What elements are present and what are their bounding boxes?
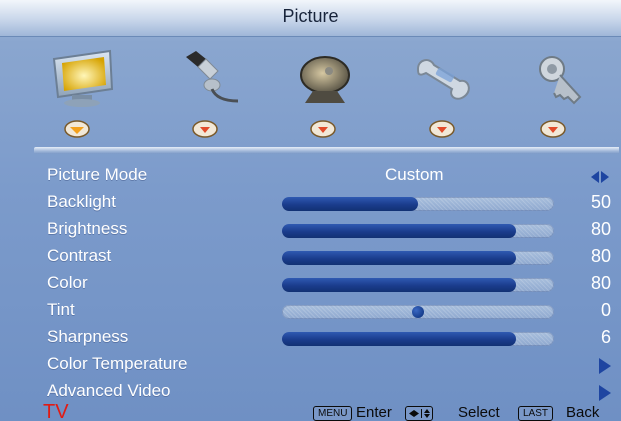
menu-separator: [34, 147, 619, 154]
backlight-label: Backlight: [47, 192, 116, 211]
satellite-dish-icon[interactable]: [293, 45, 363, 111]
picture-tab-pin-icon: [63, 118, 91, 138]
tint-label: Tint: [47, 300, 75, 319]
color-temperature-label: Color Temperature: [47, 354, 188, 373]
color-slider[interactable]: [282, 278, 554, 292]
submenu-arrow-icon[interactable]: [599, 385, 611, 401]
color-row[interactable]: Color 80: [0, 272, 621, 298]
audio-tab-pin-icon: [191, 118, 219, 138]
backlight-value: 50: [590, 192, 611, 212]
brightness-row[interactable]: Brightness 80: [0, 218, 621, 244]
contrast-slider[interactable]: [282, 251, 554, 265]
microphone-icon[interactable]: [172, 45, 242, 111]
brightness-value: 80: [590, 219, 611, 239]
setup-tab-pin-icon: [428, 118, 456, 138]
arrows-key-icon: [405, 406, 433, 421]
contrast-slider-fill: [282, 251, 516, 265]
submenu-arrow-icon[interactable]: [599, 358, 611, 374]
enter-hint: Enter: [356, 404, 392, 421]
contrast-value: 80: [590, 246, 611, 266]
backlight-slider-fill: [282, 197, 418, 211]
backlight-row[interactable]: Backlight 50: [0, 191, 621, 217]
color-value: 80: [590, 273, 611, 293]
tint-slider[interactable]: [282, 305, 554, 319]
sharpness-slider[interactable]: [282, 332, 554, 346]
picture-mode-label: Picture Mode: [47, 165, 148, 184]
sharpness-label: Sharpness: [47, 327, 129, 346]
key-icon[interactable]: [526, 45, 596, 111]
color-temperature-row[interactable]: Color Temperature: [0, 353, 621, 379]
sharpness-row[interactable]: Sharpness 6: [0, 326, 621, 352]
menu-key-icon: MENU: [313, 406, 353, 421]
advanced-video-label: Advanced Video: [47, 381, 171, 400]
sharpness-slider-fill: [282, 332, 516, 346]
picture-mode-row[interactable]: Picture Mode Custom: [0, 164, 621, 190]
lock-tab-pin-icon: [539, 118, 567, 138]
contrast-row[interactable]: Contrast 80: [0, 245, 621, 271]
tint-slider-knob[interactable]: [412, 306, 424, 318]
tint-value: 0: [600, 300, 611, 320]
wrench-icon[interactable]: [408, 45, 478, 111]
channels-tab-pin-icon: [309, 118, 337, 138]
tint-row[interactable]: Tint 0: [0, 299, 621, 325]
footer-bar: TV MENU Enter Select LAST Back: [0, 401, 621, 421]
left-right-arrows-icon[interactable]: [589, 169, 611, 185]
brightness-label: Brightness: [47, 219, 128, 238]
page-title: Picture: [282, 6, 339, 26]
select-hint: Select: [458, 404, 500, 421]
color-slider-fill: [282, 278, 516, 292]
brightness-slider-fill: [282, 224, 516, 238]
color-label: Color: [47, 273, 88, 292]
back-hint: Back: [566, 404, 600, 421]
last-key-icon: LAST: [518, 406, 554, 421]
source-label: TV: [43, 401, 69, 421]
brightness-slider[interactable]: [282, 224, 554, 238]
sharpness-value: 6: [600, 327, 611, 347]
contrast-label: Contrast: [47, 246, 112, 265]
advanced-video-row[interactable]: Advanced Video: [0, 380, 621, 406]
title-bar: Picture: [0, 0, 621, 37]
osd-picture-menu: Picture Picture Mode Custom Backlight 50…: [0, 0, 621, 421]
monitor-icon[interactable]: [48, 45, 118, 111]
picture-mode-value: Custom: [385, 165, 444, 184]
backlight-slider[interactable]: [282, 197, 554, 211]
